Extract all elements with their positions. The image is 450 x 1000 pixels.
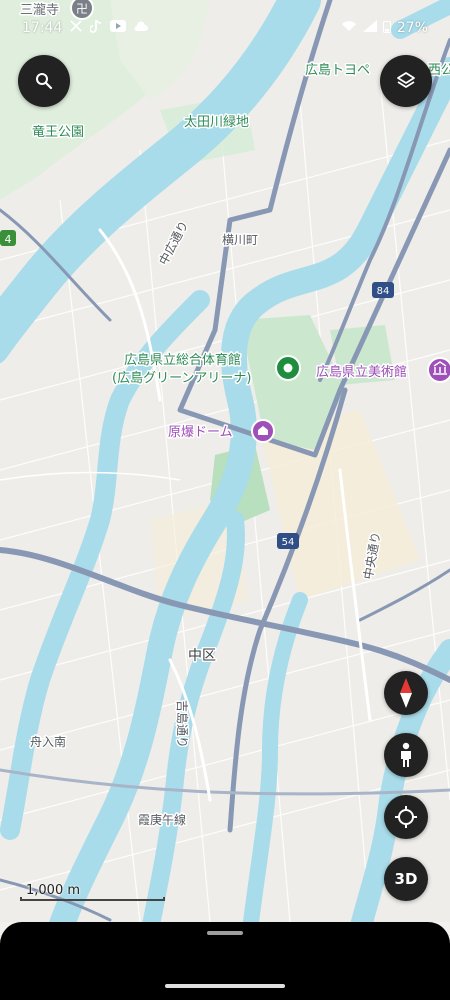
label-kasumi: 霞庚午線 — [138, 812, 186, 827]
search-icon — [35, 72, 53, 90]
svg-text:4: 4 — [5, 233, 12, 246]
label-yokogawa: 横川町 — [222, 233, 258, 247]
label-ryuo-park: 竜王公園 — [32, 125, 84, 140]
route-shield-54: 54 — [277, 533, 299, 549]
battery-icon — [382, 20, 391, 37]
sheet-drag-handle[interactable] — [207, 931, 243, 935]
label-dome: 原爆ドーム — [168, 425, 233, 440]
x-icon — [70, 20, 82, 36]
streetview-button[interactable] — [384, 733, 428, 777]
battery-percent: 27% — [396, 20, 428, 36]
layers-icon — [396, 71, 416, 91]
museum-pin-icon[interactable] — [427, 357, 450, 383]
arena-pin-icon[interactable] — [275, 355, 301, 381]
svg-text:84: 84 — [377, 286, 390, 297]
signal-icon — [362, 20, 377, 36]
scale-label: 1,000 m — [26, 883, 81, 898]
my-location-button[interactable] — [384, 795, 428, 839]
three-d-label: 3D — [394, 870, 418, 888]
layers-button[interactable] — [380, 55, 432, 107]
youtube-icon — [110, 20, 127, 36]
compass-button[interactable] — [384, 671, 428, 715]
cloud-icon — [134, 20, 149, 36]
status-bar: 17:44 27% — [0, 0, 450, 40]
gesture-nav-bar[interactable] — [165, 984, 285, 988]
label-museum: 広島県立美術館 — [316, 365, 407, 380]
three-d-button[interactable]: 3D — [384, 857, 428, 901]
tiktok-icon — [89, 19, 102, 37]
scale-bar: 1,000 m — [20, 883, 165, 903]
label-toyopet: 広島トヨペ — [305, 63, 370, 78]
bottom-sheet[interactable] — [0, 922, 450, 1000]
label-arena-1: 広島県立総合体育館 — [124, 352, 241, 368]
my-location-icon — [395, 806, 417, 828]
wifi-icon — [341, 20, 357, 36]
search-button[interactable] — [18, 55, 70, 107]
label-otagawa-green: 太田川緑地 — [184, 115, 249, 130]
route-shield-4: 4 — [0, 230, 16, 246]
label-arena-2: (広島グリーンアリーナ) — [112, 371, 252, 386]
label-yoshijima: 吉島通り — [175, 700, 190, 748]
label-funairi: 舟入南 — [30, 734, 66, 749]
compass-icon — [399, 678, 413, 708]
route-shield-84: 84 — [372, 282, 394, 298]
dome-pin-icon[interactable] — [251, 419, 275, 443]
pegman-icon — [398, 742, 414, 768]
map-canvas[interactable]: 4 84 54 卍 三瀧寺 広島トヨペ 西公 竜王公園 太田川緑地 横川町 中広… — [0, 0, 450, 922]
label-naka-ku: 中区 — [188, 648, 216, 664]
svg-text:54: 54 — [282, 537, 295, 548]
scale-line — [20, 897, 165, 901]
status-time: 17:44 — [22, 20, 63, 36]
